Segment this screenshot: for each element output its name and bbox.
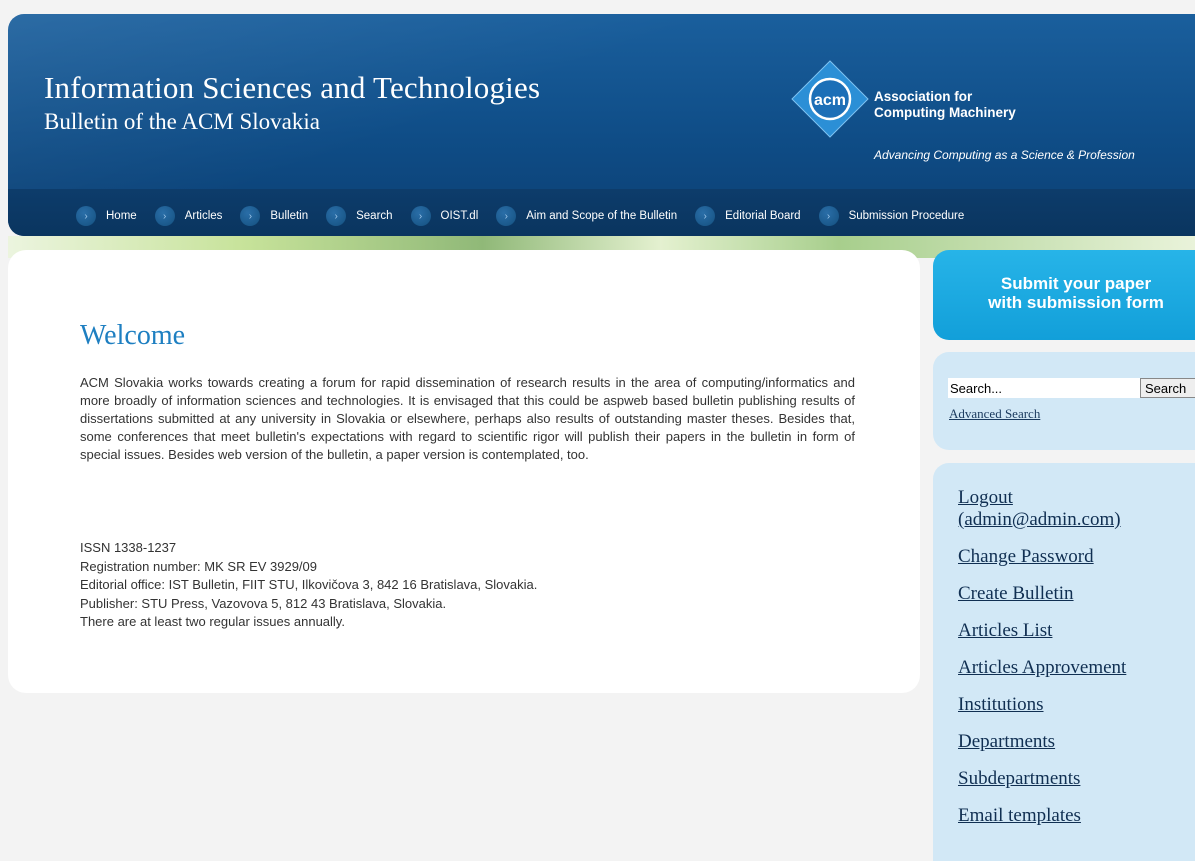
acm-logo-text: acm (814, 92, 846, 109)
advanced-search-link[interactable]: Advanced Search (949, 406, 1040, 422)
nav-item-label: Editorial Board (725, 210, 801, 222)
info-line: ISSN 1338-1237 (80, 540, 177, 555)
chevron-right-icon: › (154, 206, 175, 226)
search-input[interactable] (948, 378, 1142, 398)
admin-link-subdepartments[interactable]: Subdepartments (958, 768, 1126, 790)
acm-tagline: Advancing Computing as a Science & Profe… (874, 148, 1135, 162)
info-line: Publisher: STU Press, Vazovova 5, 812 43… (80, 595, 447, 611)
logout-label[interactable]: Logout (958, 487, 1126, 509)
nav-item-articles[interactable]: › Articles (154, 206, 223, 226)
chevron-right-icon: › (76, 206, 96, 226)
submit-line1[interactable]: Submit your paper (966, 274, 1186, 293)
acm-name-line2: Computing Machinery (874, 105, 1016, 120)
chevron-right-icon: › (326, 206, 347, 226)
nav-item-home[interactable]: › Home (76, 206, 137, 226)
chevron-right-icon: › (695, 206, 716, 226)
nav-item-label: Search (356, 210, 393, 222)
nav-item-label: Submission Procedure (848, 210, 965, 222)
page-title: Welcome (80, 320, 186, 351)
nav-item-label: Bulletin (270, 210, 309, 222)
site-header: Information Sciences and Technologies Bu… (8, 14, 1195, 236)
info-line: There are at least two regular issues an… (80, 614, 345, 629)
chevron-right-icon: › (410, 206, 431, 226)
site-title: Information Sciences and Technologies (44, 70, 541, 105)
nav-item-label: Home (106, 210, 137, 222)
chevron-right-icon: › (240, 206, 261, 226)
search-panel (933, 352, 1195, 450)
search-button[interactable]: Search (1140, 378, 1195, 398)
admin-link-institutions[interactable]: Institutions (958, 694, 1126, 716)
intro-paragraph: ACM Slovakia works towards creating a fo… (80, 375, 855, 462)
admin-link-departments[interactable]: Departments (958, 731, 1126, 753)
chevron-right-icon: › (496, 206, 517, 226)
publication-info: ISSN 1338-1237 Registration number: MK SR… (80, 539, 537, 632)
logout-link[interactable]: Logout (admin@admin.com) (958, 487, 1126, 531)
logged-in-user[interactable]: (admin@admin.com) (958, 509, 1126, 531)
nav-item-submission-procedure[interactable]: › Submission Procedure (818, 206, 965, 226)
admin-link-change-password[interactable]: Change Password (958, 546, 1126, 568)
nav-list: › Home › Articles › Bulletin › Search › OIST.dl › A… (76, 206, 982, 226)
main-content: Welcome ACM Slovakia works towards creat… (8, 250, 920, 693)
submit-paper-link[interactable]: Submit your paper with submission form (966, 274, 1186, 312)
acm-name-line1: Association for (874, 89, 973, 104)
chevron-right-icon: › (818, 206, 839, 226)
admin-link-email-templates[interactable]: Email templates (958, 805, 1126, 827)
nav-item-label: Aim and Scope of the Bulletin (526, 210, 678, 222)
submit-line2[interactable]: with submission form (966, 293, 1186, 312)
nav-bar: › Home › Articles › Bulletin › Search › OIST.dl › A… (8, 189, 1195, 236)
info-line: Registration number: MK SR EV 3929/09 (80, 558, 318, 574)
site-subtitle: Bulletin of the ACM Slovakia (44, 109, 320, 134)
nav-item-label: OIST.dl (440, 210, 479, 222)
nav-item-bulletin[interactable]: › Bulletin (240, 206, 308, 226)
nav-item-oist-dl[interactable]: › OIST.dl (410, 206, 479, 226)
nav-item-aim-and-scope-of-the-bulletin[interactable]: › Aim and Scope of the Bulletin (496, 206, 677, 226)
info-line: Editorial office: IST Bulletin, FIIT STU… (80, 577, 538, 592)
acm-logo-icon[interactable]: acm (790, 59, 870, 139)
admin-link-articles-list[interactable]: Articles List (958, 620, 1126, 642)
admin-links: Logout (admin@admin.com) Change Password Cr… (958, 487, 1126, 842)
acm-name: Association for Computing Machinery (874, 89, 1016, 121)
admin-link-create-bulletin[interactable]: Create Bulletin (958, 583, 1126, 605)
nav-item-editorial-board[interactable]: › Editorial Board (695, 206, 801, 226)
admin-link-articles-approvement[interactable]: Articles Approvement (958, 657, 1126, 679)
nav-item-label: Articles (184, 210, 223, 222)
nav-item-search[interactable]: › Search (326, 206, 393, 226)
